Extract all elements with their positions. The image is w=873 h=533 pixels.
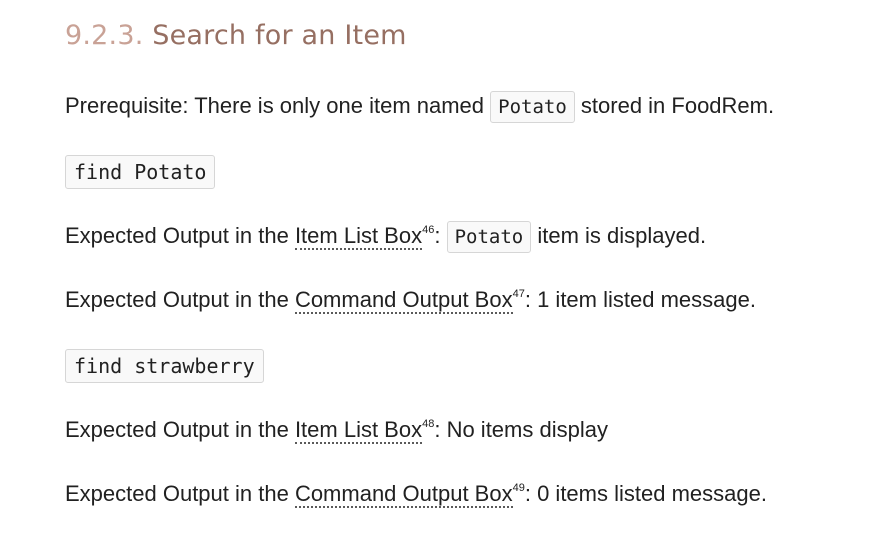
command-block-find-potato: find Potato — [65, 155, 216, 189]
inline-code-potato-result: Potato — [446, 221, 532, 253]
expected-text-end: : No items display — [434, 417, 608, 442]
section-heading: 9.2.3. Search for an Item — [65, 20, 407, 51]
expected-output-paragraph-1: Expected Output in the Item List Box46: … — [65, 221, 706, 253]
command-output-box-link[interactable]: Command Output Box — [294, 481, 513, 508]
prerequisite-text-end: stored in FoodRem. — [574, 93, 775, 118]
expected-text-end: : 0 items listed message. — [524, 481, 767, 506]
footnote-47[interactable]: 47 — [513, 288, 525, 300]
prerequisite-paragraph: Prerequisite: There is only one item nam… — [65, 91, 774, 123]
command-block-find-strawberry: find strawberry — [65, 349, 264, 383]
item-list-box-link[interactable]: Item List Box — [294, 223, 423, 250]
section-number: 9.2.3. — [65, 20, 144, 51]
expected-text-end: item is displayed. — [531, 223, 707, 248]
expected-text: Expected Output in the — [65, 223, 295, 248]
footnote-46[interactable]: 46 — [422, 224, 434, 236]
expected-text: Expected Output in the — [65, 287, 295, 312]
footnote-49[interactable]: 49 — [513, 482, 525, 494]
expected-colon: : — [434, 223, 447, 248]
expected-text: Expected Output in the — [65, 417, 295, 442]
expected-output-paragraph-2: Expected Output in the Command Output Bo… — [65, 285, 756, 315]
expected-output-paragraph-3: Expected Output in the Item List Box48: … — [65, 415, 608, 445]
inline-code-potato: Potato — [490, 91, 575, 123]
footnote-48[interactable]: 48 — [422, 418, 434, 430]
command-output-box-link[interactable]: Command Output Box — [294, 287, 513, 314]
expected-output-paragraph-4: Expected Output in the Command Output Bo… — [65, 479, 767, 509]
expected-text: Expected Output in the — [65, 481, 295, 506]
item-list-box-link[interactable]: Item List Box — [294, 417, 423, 444]
section-title: Search for an Item — [152, 20, 407, 51]
expected-text-end: : 1 item listed message. — [524, 287, 756, 312]
prerequisite-text: Prerequisite: There is only one item nam… — [65, 93, 491, 118]
